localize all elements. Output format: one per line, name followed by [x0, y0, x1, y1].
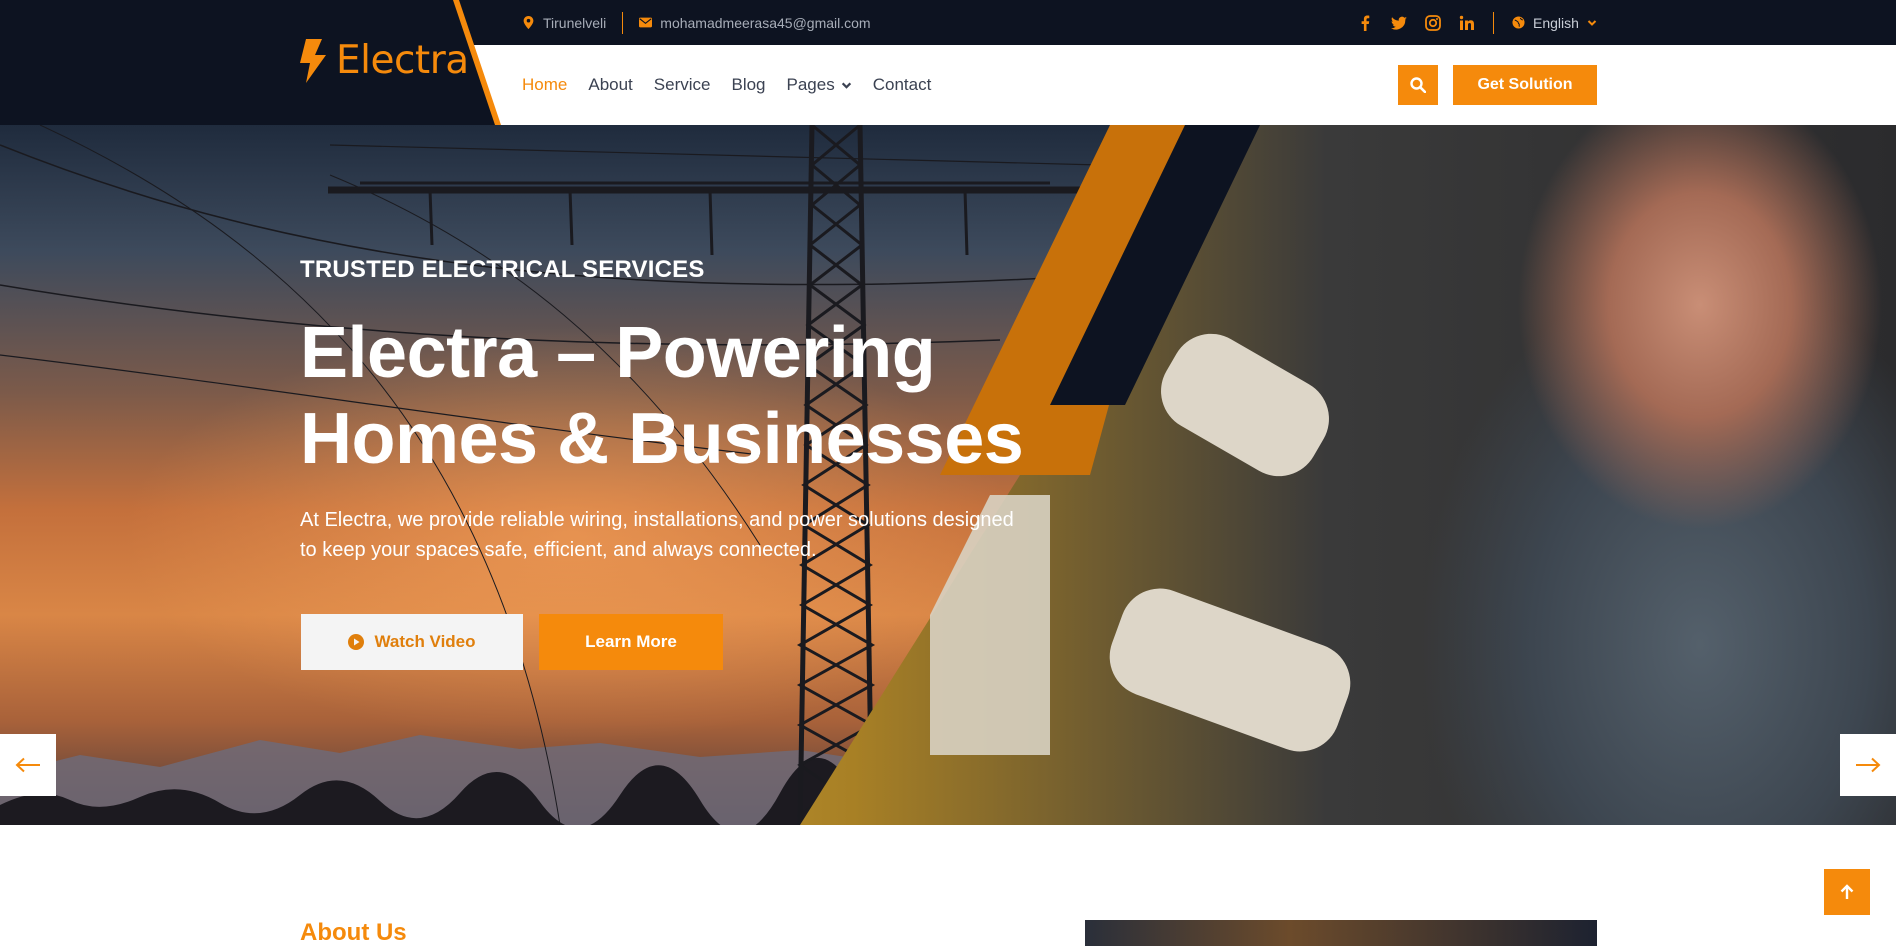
search-icon [1410, 77, 1426, 93]
chevron-down-icon [1587, 19, 1597, 26]
arrow-up-icon [1840, 884, 1854, 899]
watch-video-button[interactable]: Watch Video [301, 614, 523, 670]
divider [622, 11, 624, 34]
slider-next-button[interactable] [1840, 734, 1896, 796]
hero-eyebrow: TRUSTED ELECTRICAL SERVICES [300, 256, 705, 283]
nav-contact[interactable]: Contact [873, 75, 932, 95]
divider [1493, 11, 1494, 34]
about-section-title: About Us [300, 919, 407, 946]
slider-prev-button[interactable] [0, 734, 56, 796]
location-text: Tirunelveli [543, 14, 607, 31]
watch-video-label: Watch Video [374, 632, 476, 651]
lightning-bolt-icon [300, 38, 326, 83]
get-solution-button[interactable]: Get Solution [1453, 65, 1597, 105]
main-nav: Home About Service Blog Pages Contact [522, 45, 931, 125]
language-label: English [1533, 14, 1579, 31]
instagram-icon[interactable] [1425, 14, 1441, 31]
email-item[interactable]: mohamadmeerasa45@gmail.com [639, 14, 871, 31]
arrow-left-icon [15, 757, 40, 773]
nav-home[interactable]: Home [522, 75, 567, 95]
chevron-down-icon [841, 82, 851, 89]
linkedin-icon[interactable] [1459, 15, 1475, 31]
learn-more-button[interactable]: Learn More [539, 614, 723, 670]
email-text: mohamadmeerasa45@gmail.com [660, 14, 871, 31]
map-pin-icon [523, 16, 534, 29]
play-circle-icon [348, 634, 365, 650]
site-logo[interactable]: Electra [298, 38, 469, 83]
logo-text: Electra [336, 38, 469, 83]
arrow-right-icon [1856, 757, 1881, 773]
globe-icon [1512, 16, 1525, 29]
nav-pages[interactable]: Pages [787, 75, 852, 95]
nav-service[interactable]: Service [654, 75, 711, 95]
nav-pages-label: Pages [786, 75, 835, 94]
twitter-icon[interactable] [1391, 15, 1407, 31]
page: Electra Tirunelveli mohamadmeerasa45@gma… [0, 0, 1896, 946]
facebook-icon[interactable] [1357, 15, 1373, 31]
social-links: English [1357, 0, 1597, 45]
nav-blog[interactable]: Blog [731, 75, 765, 95]
location-item: Tirunelveli [522, 15, 606, 31]
hero-slider: TRUSTED ELECTRICAL SERVICES Electra – Po… [0, 125, 1896, 825]
search-button[interactable] [1398, 65, 1438, 105]
about-image [1085, 920, 1597, 946]
contact-info: Tirunelveli mohamadmeerasa45@gmail.com [522, 0, 871, 45]
scroll-to-top-button[interactable] [1824, 869, 1870, 915]
language-selector[interactable]: English [1512, 15, 1597, 31]
envelope-icon [639, 17, 653, 28]
nav-about[interactable]: About [588, 75, 632, 95]
hero-subtitle: At Electra, we provide reliable wiring, … [300, 509, 1014, 561]
hero-title: Electra – Powering Homes & Businesses [300, 313, 1024, 479]
